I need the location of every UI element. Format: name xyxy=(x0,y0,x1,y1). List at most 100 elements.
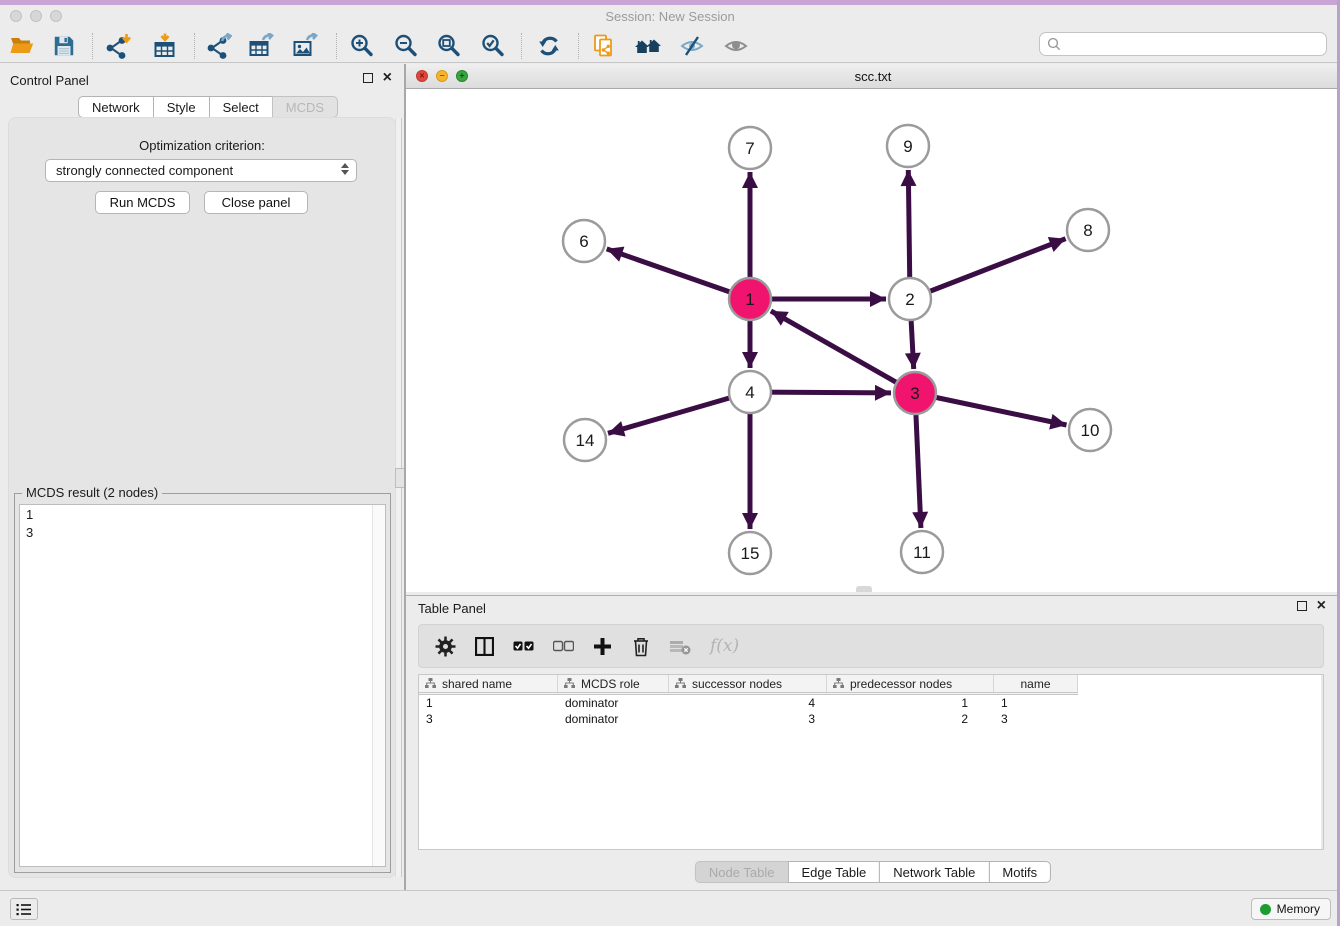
canvas-hscroll-nub[interactable] xyxy=(856,586,872,592)
save-session-icon[interactable] xyxy=(49,32,79,60)
node-8[interactable]: 8 xyxy=(1067,209,1109,251)
table-cell[interactable]: 4 xyxy=(669,695,827,711)
zoom-in-icon[interactable] xyxy=(347,32,377,60)
edge-3-1[interactable] xyxy=(771,311,915,393)
splitter-grip[interactable] xyxy=(395,468,404,488)
task-history-button[interactable] xyxy=(10,898,38,920)
duplicate-network-icon[interactable] xyxy=(589,32,619,60)
float-panel-icon[interactable] xyxy=(363,73,373,83)
tab-network-table[interactable]: Network Table xyxy=(879,861,989,883)
tab-select[interactable]: Select xyxy=(209,96,273,118)
node-11[interactable]: 11 xyxy=(901,531,943,573)
main-titlebar: Session: New Session xyxy=(0,5,1340,29)
table-cell[interactable]: 1 xyxy=(827,695,994,711)
table-body: 1dominator4113dominator323 xyxy=(419,695,1323,727)
delete-column-icon[interactable] xyxy=(631,636,651,657)
float-table-panel-icon[interactable] xyxy=(1297,601,1307,611)
export-image-icon[interactable] xyxy=(290,32,320,60)
select-all-icon[interactable] xyxy=(513,639,534,653)
table-row[interactable]: 1dominator411 xyxy=(419,695,1323,711)
result-scrollbar[interactable] xyxy=(372,505,385,866)
network-window-titlebar[interactable]: × − + scc.txt xyxy=(406,64,1340,89)
zoom-out-icon[interactable] xyxy=(391,32,421,60)
node-3[interactable]: 3 xyxy=(894,372,936,414)
tab-network[interactable]: Network xyxy=(78,96,154,118)
run-mcds-button[interactable]: Run MCDS xyxy=(95,191,190,214)
node-1[interactable]: 1 xyxy=(729,278,771,320)
network-canvas[interactable]: 7 9 6 8 1 2 4 3 14 10 15 11 xyxy=(406,90,1340,592)
export-table-icon[interactable] xyxy=(246,32,276,60)
dropdown-stepper-icon xyxy=(341,163,349,175)
column-header-successor-nodes[interactable]: successor nodes xyxy=(669,675,827,695)
node-9[interactable]: 9 xyxy=(887,125,929,167)
table-cell[interactable]: 3 xyxy=(669,711,827,727)
add-column-icon[interactable] xyxy=(593,637,612,656)
column-header-MCDS-role[interactable]: MCDS role xyxy=(558,675,669,695)
control-panel: Control Panel × NetworkStyleSelectMCDS O… xyxy=(0,64,404,890)
control-panel-scrollbar[interactable] xyxy=(395,118,402,877)
search-input[interactable] xyxy=(1065,35,1326,53)
close-panel-icon[interactable]: × xyxy=(383,73,392,83)
search-box[interactable] xyxy=(1039,32,1327,56)
home-icon[interactable] xyxy=(633,32,663,60)
import-table-icon[interactable] xyxy=(150,32,180,60)
import-network-icon[interactable] xyxy=(103,32,133,60)
node-label: 11 xyxy=(913,543,931,562)
table-cell[interactable]: dominator xyxy=(558,711,669,727)
table-scrollbar[interactable] xyxy=(1321,675,1323,849)
function-builder-icon[interactable]: f(x) xyxy=(710,636,739,656)
open-session-icon[interactable] xyxy=(7,32,37,60)
tab-node-table[interactable]: Node Table xyxy=(695,861,789,883)
refresh-icon[interactable] xyxy=(534,32,564,60)
table-cell[interactable]: 3 xyxy=(994,711,1078,727)
tab-style[interactable]: Style xyxy=(153,96,210,118)
control-panel-title: Control Panel xyxy=(10,73,89,88)
table-header: shared name MCDS role successor nodes prede… xyxy=(419,675,1323,695)
table-row[interactable]: 3dominator323 xyxy=(419,711,1323,727)
node-7[interactable]: 7 xyxy=(729,127,771,169)
edge-3-10[interactable] xyxy=(915,393,1067,425)
edge-2-8[interactable] xyxy=(910,239,1066,299)
tab-edge-table[interactable]: Edge Table xyxy=(787,861,880,883)
table-cell[interactable]: 2 xyxy=(827,711,994,727)
column-header-predecessor-nodes[interactable]: predecessor nodes xyxy=(827,675,994,695)
table-tabs: Node TableEdge TableNetwork TableMotifs xyxy=(695,861,1051,883)
column-label: name xyxy=(1020,677,1050,691)
table-cell[interactable]: dominator xyxy=(558,695,669,711)
column-header-name[interactable]: name xyxy=(994,675,1078,695)
table-cell[interactable]: 1 xyxy=(994,695,1078,711)
column-label: MCDS role xyxy=(581,677,640,691)
node-label: 14 xyxy=(576,431,595,450)
hide-panels-icon[interactable] xyxy=(677,32,707,60)
table-cell[interactable]: 1 xyxy=(419,695,558,711)
node-15[interactable]: 15 xyxy=(729,532,771,574)
delete-table-icon[interactable] xyxy=(670,638,691,655)
node-4[interactable]: 4 xyxy=(729,371,771,413)
zoom-selected-icon[interactable] xyxy=(478,32,508,60)
memory-button[interactable]: Memory xyxy=(1251,898,1331,920)
export-network-icon[interactable] xyxy=(204,32,234,60)
criterion-dropdown[interactable]: strongly connected component xyxy=(45,159,357,182)
split-view-icon[interactable] xyxy=(475,637,494,656)
column-type-icon xyxy=(425,678,436,689)
column-type-icon xyxy=(833,678,844,689)
tab-mcds[interactable]: MCDS xyxy=(272,96,338,118)
zoom-fit-icon[interactable] xyxy=(434,32,464,60)
window-title: Session: New Session xyxy=(0,9,1340,24)
deselect-all-icon[interactable] xyxy=(553,639,574,653)
show-panels-icon[interactable] xyxy=(721,32,751,60)
node-label: 9 xyxy=(903,137,912,156)
close-table-panel-icon[interactable]: × xyxy=(1317,601,1326,611)
toolbar-separator xyxy=(521,33,522,59)
column-label: successor nodes xyxy=(692,677,782,691)
edge-1-6[interactable] xyxy=(607,249,750,299)
node-14[interactable]: 14 xyxy=(564,419,606,461)
node-2[interactable]: 2 xyxy=(889,278,931,320)
gear-icon[interactable] xyxy=(435,636,456,657)
node-6[interactable]: 6 xyxy=(563,220,605,262)
close-panel-button[interactable]: Close panel xyxy=(204,191,308,214)
table-cell[interactable]: 3 xyxy=(419,711,558,727)
node-10[interactable]: 10 xyxy=(1069,409,1111,451)
tab-motifs[interactable]: Motifs xyxy=(988,861,1051,883)
column-header-shared-name[interactable]: shared name xyxy=(419,675,558,695)
